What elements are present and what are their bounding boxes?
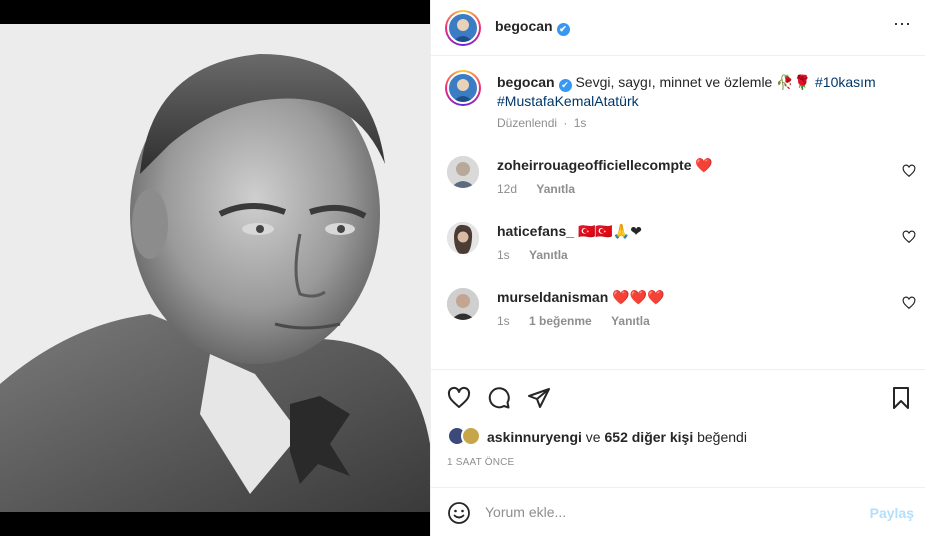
post-timestamp[interactable]: 1 SAAT ÖNCE — [447, 457, 514, 468]
comment-body: ❤️❤️❤️ — [612, 289, 665, 305]
comment-like-heart-icon[interactable] — [902, 230, 916, 244]
more-options-icon[interactable]: ⋯ — [893, 14, 912, 34]
comment-avatar[interactable] — [447, 288, 479, 320]
comment-text: zoheirrouageofficiellecompte ❤️ — [497, 156, 713, 174]
hashtag-link[interactable]: #MustafaKemalAtatürk — [497, 93, 639, 109]
caption-text: begocan ✔ Sevgi, saygı, minnet ve özlemle… — [497, 73, 907, 110]
comment-input[interactable] — [485, 502, 855, 522]
comment-time[interactable]: 1s — [497, 248, 510, 262]
comment-time[interactable]: 12d — [497, 182, 517, 196]
comment-meta: 1s 1 beğenme Yanıtla — [497, 314, 666, 328]
caption-meta: Düzenlendi · 1s — [497, 116, 587, 130]
liker-avatar[interactable] — [461, 426, 481, 446]
likes-summary: askinnuryengi ve 652 diğer kişi beğendi — [487, 428, 747, 446]
comment-body: 🇹🇷🇹🇷🙏❤ — [577, 223, 642, 239]
comment-like-heart-icon[interactable] — [902, 296, 916, 310]
comment-avatar[interactable] — [447, 222, 479, 254]
hashtag-link[interactable]: #10kasım — [815, 74, 876, 90]
post-dialog: begocan ✔ ⋯ begocan ✔ Sevgi, saygı, minnet… — [0, 0, 925, 536]
caption-verified-icon: ✔ — [558, 79, 572, 92]
post-photo[interactable] — [0, 24, 430, 512]
comment-meta: 1s Yanıtla — [497, 248, 584, 262]
comment-username[interactable]: murseldanisman — [497, 289, 608, 305]
author-username[interactable]: begocan — [495, 18, 553, 34]
edited-label: Düzenlendi — [497, 116, 558, 130]
caption-emoji: 🥀🌹 — [776, 74, 812, 90]
author-username-link[interactable]: begocan ✔ — [495, 18, 570, 36]
action-bar — [431, 369, 925, 424]
comment-time[interactable]: 1s — [497, 314, 510, 328]
likes-count-link[interactable]: 652 diğer kişi — [605, 429, 694, 445]
caption-body: Sevgi, saygı, minnet ve özlemle — [575, 74, 777, 90]
reply-button[interactable]: Yanıtla — [611, 314, 650, 328]
comment-item: murseldanisman ❤️❤️❤️ 1s 1 beğenme Yanıt… — [431, 288, 925, 348]
verified-badge-icon: ✔ — [556, 23, 570, 36]
comment-username[interactable]: zoheirrouageofficiellecompte — [497, 157, 691, 173]
post-header: begocan ✔ ⋯ — [431, 0, 925, 56]
caption-avatar-ring[interactable] — [445, 70, 481, 106]
liker-username[interactable]: askinnuryengi — [487, 429, 582, 445]
post-side-panel: begocan ✔ ⋯ begocan ✔ Sevgi, saygı, minnet… — [430, 0, 925, 536]
likes-suffix: beğendi — [693, 429, 747, 445]
reply-button[interactable]: Yanıtla — [536, 182, 575, 196]
bookmark-icon[interactable] — [889, 386, 913, 410]
paper-plane-icon[interactable] — [527, 386, 551, 410]
comment-meta: 12d Yanıtla — [497, 182, 591, 196]
caption-avatar — [447, 72, 479, 104]
author-avatar-ring[interactable] — [445, 10, 481, 46]
heart-icon[interactable] — [447, 386, 471, 410]
comment-icon[interactable] — [487, 386, 511, 410]
smiley-icon[interactable] — [447, 501, 471, 525]
comment-likes-count[interactable]: 1 beğenme — [529, 314, 592, 328]
likes-connector: ve — [581, 429, 605, 445]
caption-username[interactable]: begocan — [497, 74, 555, 90]
author-avatar — [447, 12, 479, 44]
post-media — [0, 0, 430, 536]
comment-username[interactable]: haticefans_ — [497, 223, 574, 239]
edited-time[interactable]: 1s — [574, 116, 587, 130]
comment-text: haticefans_ 🇹🇷🇹🇷🙏❤ — [497, 222, 642, 240]
comment-like-heart-icon[interactable] — [902, 164, 916, 178]
comment-item: zoheirrouageofficiellecompte ❤️ 12d Yanı… — [431, 156, 925, 216]
comment-body: ❤️ — [695, 157, 713, 173]
comment-avatar[interactable] — [447, 156, 479, 188]
comment-item: haticefans_ 🇹🇷🇹🇷🙏❤ 1s Yanıtla — [431, 222, 925, 282]
comment-text: murseldanisman ❤️❤️❤️ — [497, 288, 664, 306]
reply-button[interactable]: Yanıtla — [529, 248, 568, 262]
portrait-image — [0, 24, 430, 512]
post-comment-button[interactable]: Paylaş — [870, 505, 914, 521]
comment-composer: Paylaş — [431, 487, 925, 536]
